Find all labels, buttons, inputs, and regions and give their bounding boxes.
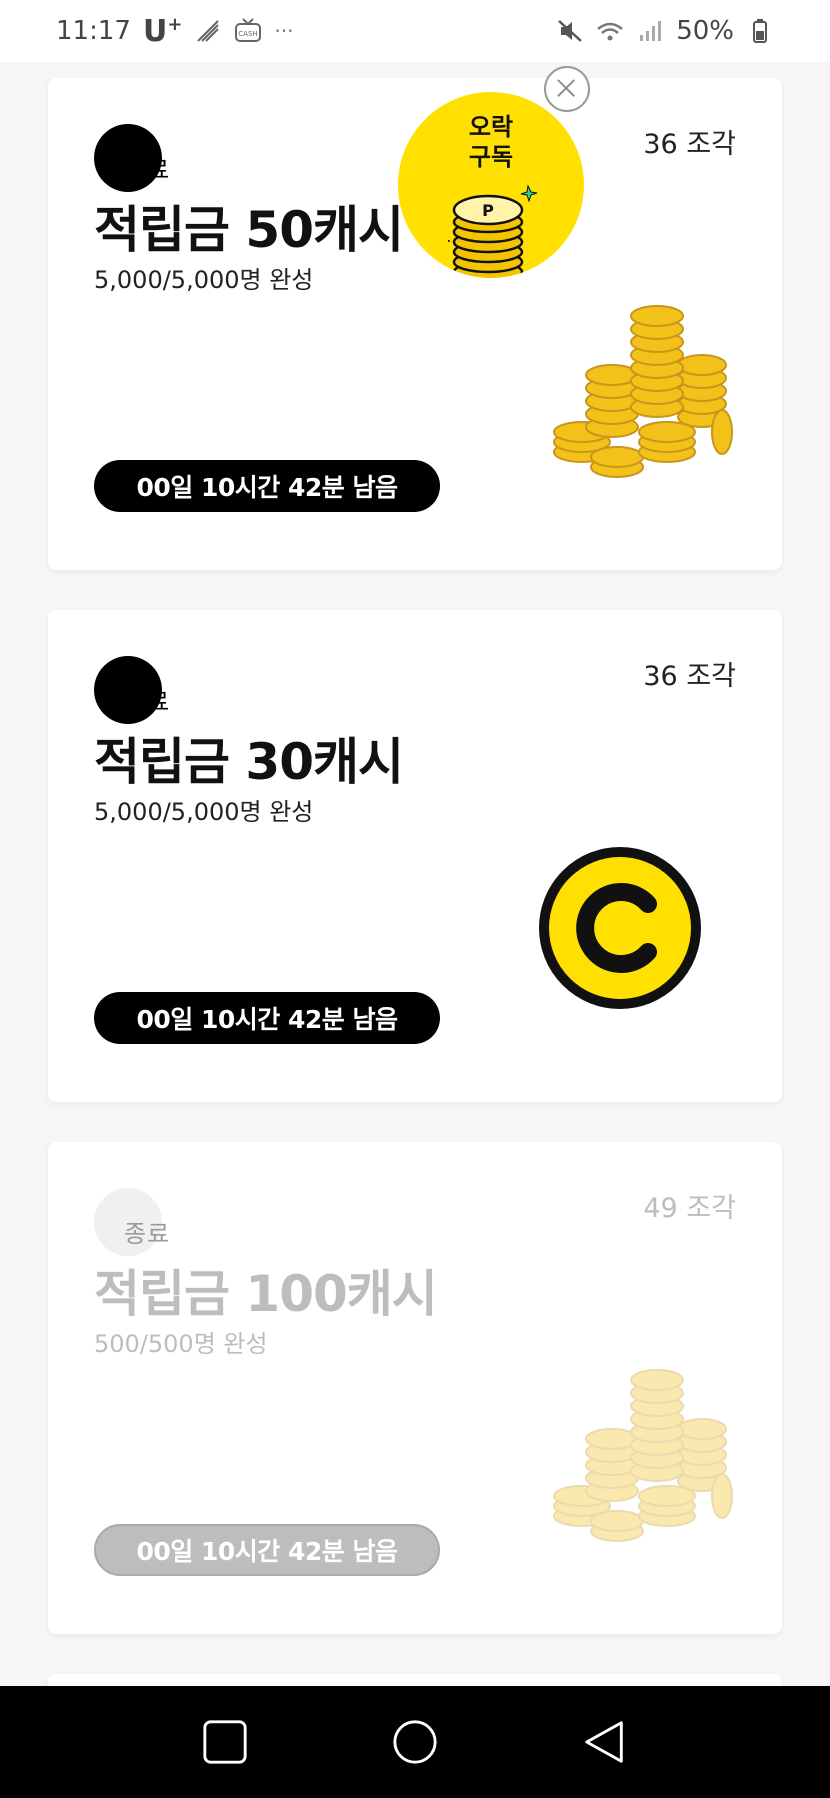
- wifi-icon: [597, 22, 624, 41]
- nfc-icon: [197, 20, 220, 42]
- prize-title: 적립금 30캐시: [94, 733, 404, 791]
- battery-percent: 50%: [676, 16, 734, 46]
- prize-list: 완료 36 조각 적립금 50캐시 5,000/5,000명 완성 00일 10…: [48, 78, 782, 1704]
- coin-stack-image: [553, 1369, 733, 1542]
- more-notifications: ···: [274, 19, 294, 43]
- carrier-label: U+: [142, 13, 183, 49]
- time-remaining: 00일 10시간 42분 남음: [94, 460, 440, 512]
- coin-point-icon: P: [448, 184, 538, 278]
- battery-icon: [753, 19, 767, 43]
- recent-apps-button[interactable]: [195, 1712, 255, 1772]
- status-chip: 종료: [94, 1188, 184, 1256]
- participants-progress: 5,000/5,000명 완성: [94, 798, 314, 826]
- participants-progress: 500/500명 완성: [94, 1330, 268, 1358]
- clock: 11:17: [56, 16, 131, 46]
- back-triangle-icon: [585, 1721, 623, 1763]
- floating-ad-banner[interactable]: 오락 구독 P: [398, 92, 584, 278]
- prize-title: 적립금 50캐시: [94, 201, 404, 259]
- cash-tv-icon: CASH: [235, 18, 262, 42]
- signal-icon: [640, 21, 662, 41]
- ad-close-button[interactable]: [544, 66, 590, 112]
- coin-stack-image: [553, 305, 733, 478]
- square-icon: [203, 1720, 247, 1764]
- pieces-count: 36 조각: [643, 661, 736, 692]
- time-remaining: 00일 10시간 42분 남음: [94, 992, 440, 1044]
- pieces-count: 49 조각: [643, 1193, 736, 1224]
- system-nav-bar: [0, 1686, 830, 1798]
- participants-progress: 5,000/5,000명 완성: [94, 266, 314, 294]
- ad-text: 오락 구독: [468, 113, 514, 171]
- status-label: 종료: [124, 1220, 171, 1248]
- status-label: 완료: [124, 688, 171, 716]
- prize-card-100-cash[interactable]: 종료 49 조각 적립금 100캐시 500/500명 완성 00일 10시간 …: [48, 1142, 782, 1634]
- time-remaining: 00일 10시간 42분 남음: [94, 1524, 440, 1576]
- prize-title: 적립금 100캐시: [94, 1265, 438, 1323]
- svg-text:CASH: CASH: [239, 30, 258, 38]
- status-chip: 완료: [94, 656, 184, 724]
- pieces-count: 36 조각: [643, 129, 736, 160]
- back-button[interactable]: [575, 1712, 635, 1772]
- svg-text:P: P: [482, 201, 494, 220]
- status-bar: 11:17 U+ CASH ··· 50%: [0, 0, 830, 62]
- mute-icon: [558, 20, 583, 42]
- status-chip: 완료: [94, 124, 184, 192]
- status-label: 완료: [124, 156, 171, 184]
- home-button[interactable]: [385, 1712, 445, 1772]
- circle-icon: [393, 1720, 437, 1764]
- prize-card-30-cash[interactable]: 완료 36 조각 적립금 30캐시 5,000/5,000명 완성 00일 10…: [48, 610, 782, 1102]
- ad-circle: 오락 구독 P: [398, 92, 584, 278]
- cash-c-logo-icon: [539, 847, 701, 1009]
- close-icon: [557, 79, 575, 97]
